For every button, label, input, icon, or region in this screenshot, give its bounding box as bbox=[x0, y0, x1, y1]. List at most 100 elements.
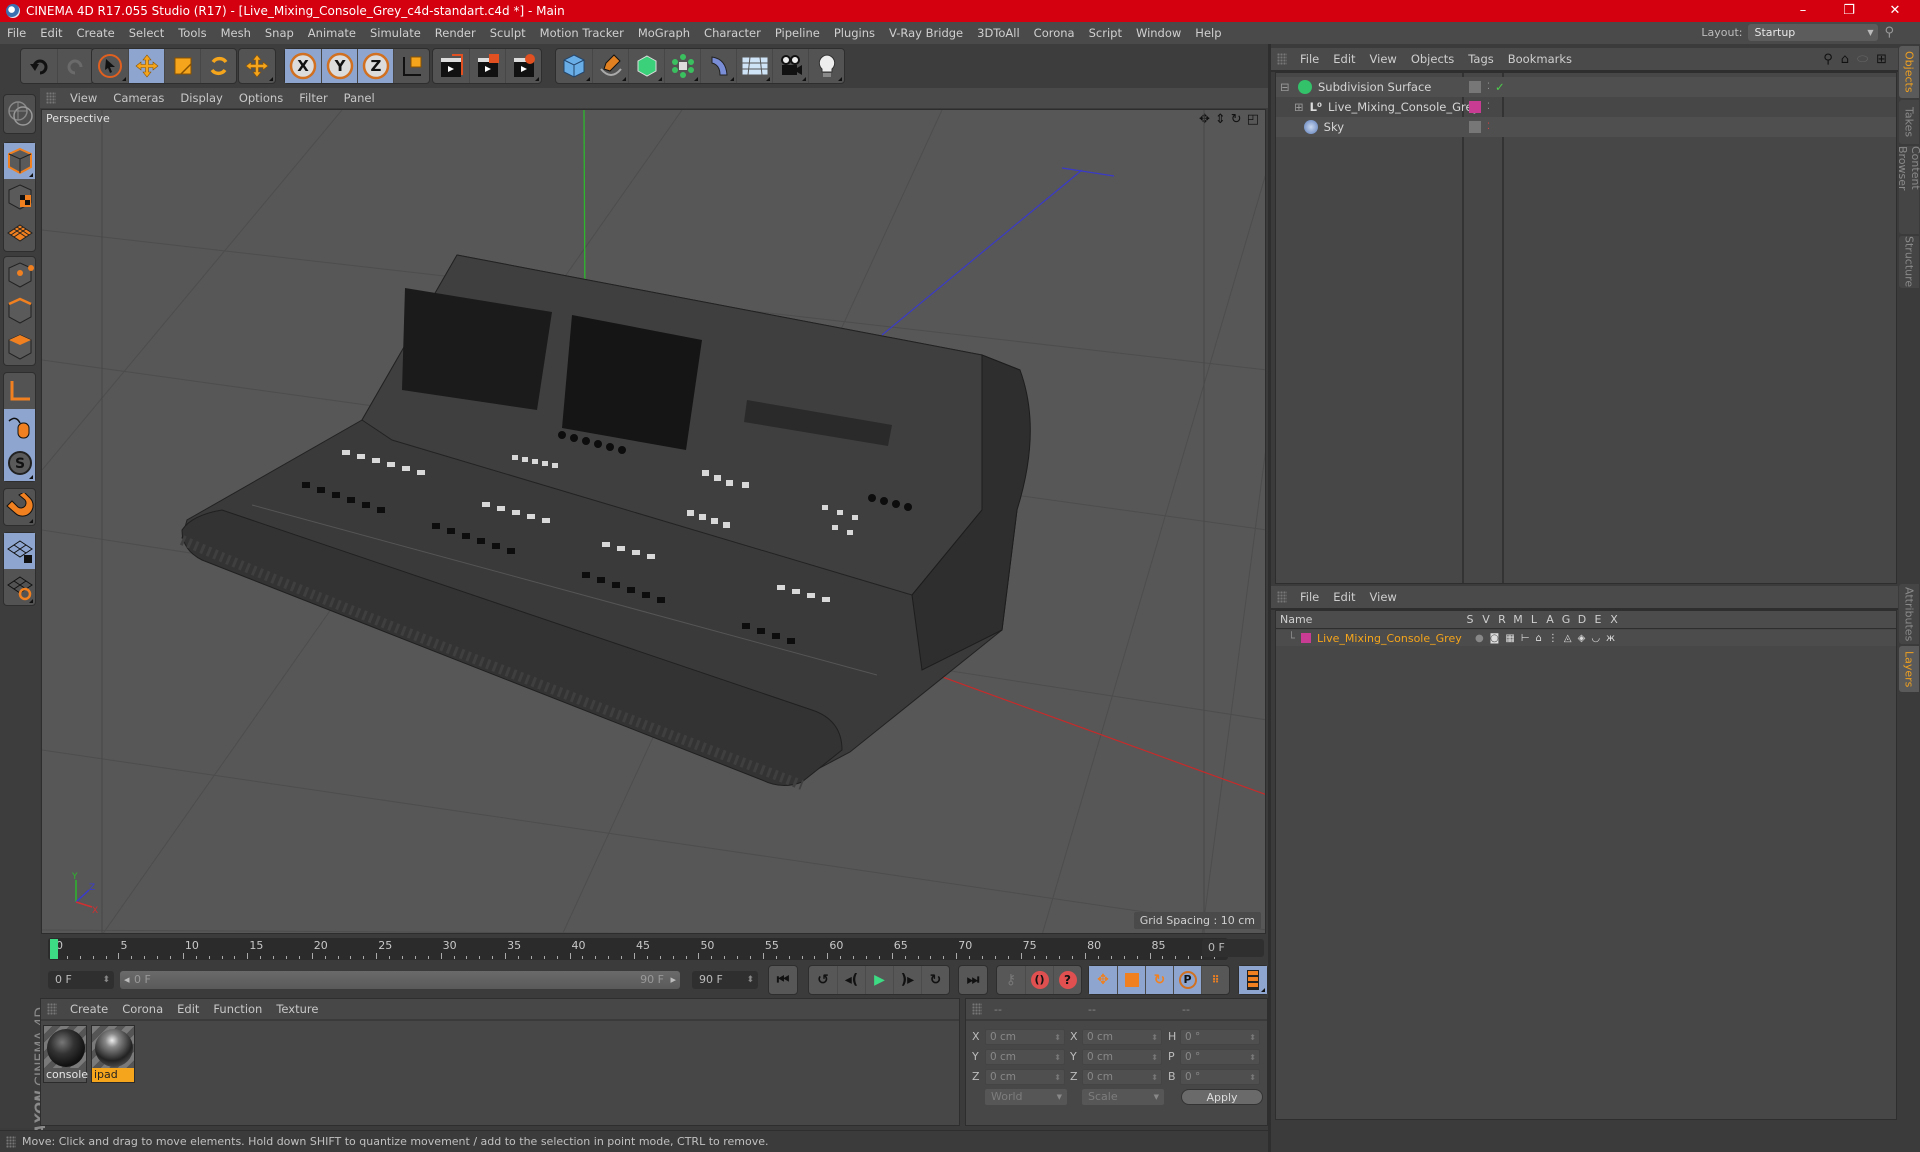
key-position-button[interactable]: ✥ bbox=[1089, 966, 1117, 994]
pos-x-field[interactable]: 0 cm bbox=[985, 1029, 1065, 1045]
animation-icon[interactable]: ⋮ bbox=[1548, 633, 1558, 644]
search-icon[interactable]: ⚲ bbox=[1823, 52, 1833, 67]
deformer-button[interactable] bbox=[700, 49, 736, 83]
move-button[interactable] bbox=[128, 49, 164, 83]
menu-edit[interactable]: Edit bbox=[33, 26, 69, 40]
om-menu-objects[interactable]: Objects bbox=[1404, 52, 1461, 66]
timeline-ruler[interactable]: 051015202530354045505560657075808590 bbox=[48, 938, 1230, 960]
material-ipad[interactable]: ipad bbox=[91, 1025, 135, 1083]
om-menu-view[interactable]: View bbox=[1363, 52, 1404, 66]
viewport-menu-display[interactable]: Display bbox=[172, 91, 230, 105]
filter-icon[interactable]: ⬭ bbox=[1857, 52, 1868, 67]
tab-content-browser[interactable]: Content Browser bbox=[1896, 146, 1920, 234]
light-button[interactable] bbox=[808, 49, 844, 83]
tweak-mode-button[interactable] bbox=[4, 409, 35, 445]
column-locked[interactable]: L bbox=[1526, 613, 1542, 626]
menu-corona[interactable]: Corona bbox=[1027, 26, 1082, 40]
goto-start-button[interactable]: ⏮ bbox=[769, 966, 797, 994]
render-clapboard-icon[interactable]: ▦ bbox=[1505, 633, 1514, 644]
column-expressions[interactable]: E bbox=[1590, 613, 1606, 626]
size-y-field[interactable]: 0 cm bbox=[1082, 1049, 1162, 1065]
om-menu-edit[interactable]: Edit bbox=[1326, 52, 1362, 66]
expand-toggle-icon[interactable]: ⊞ bbox=[1294, 100, 1304, 114]
keyframe-selection-button[interactable]: ⚷ bbox=[997, 966, 1025, 994]
menu-mesh[interactable]: Mesh bbox=[214, 26, 258, 40]
rotate-button[interactable] bbox=[200, 49, 236, 83]
column-deformers[interactable]: D bbox=[1574, 613, 1590, 626]
point-mode-button[interactable] bbox=[4, 257, 35, 293]
rot-h-field[interactable]: 0 ° bbox=[1180, 1029, 1260, 1045]
edge-mode-button[interactable] bbox=[4, 293, 35, 329]
generator-icon[interactable]: ◬ bbox=[1564, 633, 1572, 644]
last-tool-button[interactable] bbox=[239, 49, 275, 83]
manager-hierarchy-icon[interactable]: ⊢ bbox=[1521, 633, 1530, 644]
object-row-subdivision-surface[interactable]: ⊟ Subdivision Surface ⁚ ✓ bbox=[1276, 77, 1896, 97]
column-name[interactable]: Name bbox=[1276, 613, 1462, 626]
lm-menu-file[interactable]: File bbox=[1293, 590, 1326, 604]
object-row-sky[interactable]: Sky ⁚ bbox=[1276, 117, 1896, 137]
tab-structure[interactable]: Structure bbox=[1899, 236, 1919, 288]
object-name[interactable]: Sky bbox=[1324, 120, 1344, 134]
tag-render-toggle[interactable] bbox=[1469, 121, 1481, 133]
menu-create[interactable]: Create bbox=[70, 26, 122, 40]
tab-attributes[interactable]: Attributes bbox=[1899, 584, 1919, 644]
viewport-menu-filter[interactable]: Filter bbox=[291, 91, 335, 105]
timeline-window-button[interactable] bbox=[1239, 966, 1267, 994]
mat-menu-texture[interactable]: Texture bbox=[269, 1002, 325, 1016]
key-scale-button[interactable] bbox=[1117, 966, 1145, 994]
pen-spline-button[interactable] bbox=[592, 49, 628, 83]
tab-takes[interactable]: Takes bbox=[1899, 100, 1919, 144]
mat-menu-edit[interactable]: Edit bbox=[170, 1002, 206, 1016]
deformer-icon[interactable]: ◈ bbox=[1578, 633, 1586, 644]
xref-icon[interactable]: ж bbox=[1606, 633, 1615, 644]
make-editable-button[interactable] bbox=[4, 95, 35, 131]
panel-grip-icon[interactable] bbox=[972, 1003, 982, 1015]
cloner-button[interactable] bbox=[664, 49, 700, 83]
size-z-field[interactable]: 0 cm bbox=[1082, 1069, 1162, 1085]
menu-script[interactable]: Script bbox=[1082, 26, 1129, 40]
mixing-console-model[interactable] bbox=[179, 254, 1031, 790]
range-right-arrow-icon[interactable]: ▸ bbox=[670, 971, 676, 989]
snap-button[interactable]: S bbox=[4, 445, 35, 481]
column-solo[interactable]: S bbox=[1462, 613, 1478, 626]
menu-simulate[interactable]: Simulate bbox=[363, 26, 428, 40]
viewport-menu-cameras[interactable]: Cameras bbox=[105, 91, 172, 105]
enabled-checkmark[interactable]: ✓ bbox=[1495, 80, 1505, 94]
range-left-arrow-icon[interactable]: ◂ bbox=[124, 971, 130, 989]
mat-menu-create[interactable]: Create bbox=[63, 1002, 115, 1016]
solo-toggle-icon[interactable]: ● bbox=[1475, 633, 1484, 644]
workplane-mode-button[interactable] bbox=[4, 215, 35, 251]
lm-menu-view[interactable]: View bbox=[1363, 590, 1404, 604]
menu-help[interactable]: Help bbox=[1188, 26, 1228, 40]
rot-p-field[interactable]: 0 ° bbox=[1180, 1049, 1260, 1065]
model-mode-button[interactable] bbox=[4, 143, 35, 179]
close-button[interactable]: ✕ bbox=[1872, 0, 1918, 22]
expand-toggle-icon[interactable]: ⊟ bbox=[1280, 80, 1290, 94]
menu-animate[interactable]: Animate bbox=[301, 26, 363, 40]
subdivision-surface-button[interactable] bbox=[628, 49, 664, 83]
viewport-menu-panel[interactable]: Panel bbox=[336, 91, 383, 105]
lock-icon[interactable]: ⌂ bbox=[1536, 633, 1542, 644]
next-frame-button[interactable]: )▸ bbox=[893, 966, 921, 994]
autokeying-button[interactable]: ? bbox=[1053, 966, 1081, 994]
menu-snap[interactable]: Snap bbox=[258, 26, 301, 40]
panel-grip-icon[interactable] bbox=[1277, 53, 1287, 65]
current-frame-field[interactable]: 0 F bbox=[1202, 939, 1264, 957]
column-generators[interactable]: G bbox=[1558, 613, 1574, 626]
frame-range-slider[interactable]: ◂ 0 F 90 F ▸ bbox=[120, 971, 680, 989]
menu-select[interactable]: Select bbox=[122, 26, 171, 40]
menu-3dtoall[interactable]: 3DToAll bbox=[970, 26, 1027, 40]
axis-mode-button[interactable] bbox=[4, 373, 35, 409]
panel-grip-icon[interactable] bbox=[47, 1003, 57, 1015]
restore-button[interactable]: ❐ bbox=[1826, 0, 1872, 22]
size-mode-dropdown[interactable]: Scale bbox=[1082, 1089, 1164, 1105]
visibility-dots[interactable]: ⁚ bbox=[1487, 122, 1490, 132]
visibility-dots[interactable]: ⁚ bbox=[1487, 102, 1490, 112]
lm-menu-edit[interactable]: Edit bbox=[1326, 590, 1362, 604]
menu-tools[interactable]: Tools bbox=[171, 26, 213, 40]
floor-button[interactable] bbox=[736, 49, 772, 83]
key-rotation-button[interactable]: ↻ bbox=[1145, 966, 1173, 994]
apply-button[interactable]: Apply bbox=[1181, 1089, 1263, 1105]
coordinate-space-dropdown[interactable]: World bbox=[985, 1089, 1067, 1105]
viewport-menu-options[interactable]: Options bbox=[231, 91, 291, 105]
